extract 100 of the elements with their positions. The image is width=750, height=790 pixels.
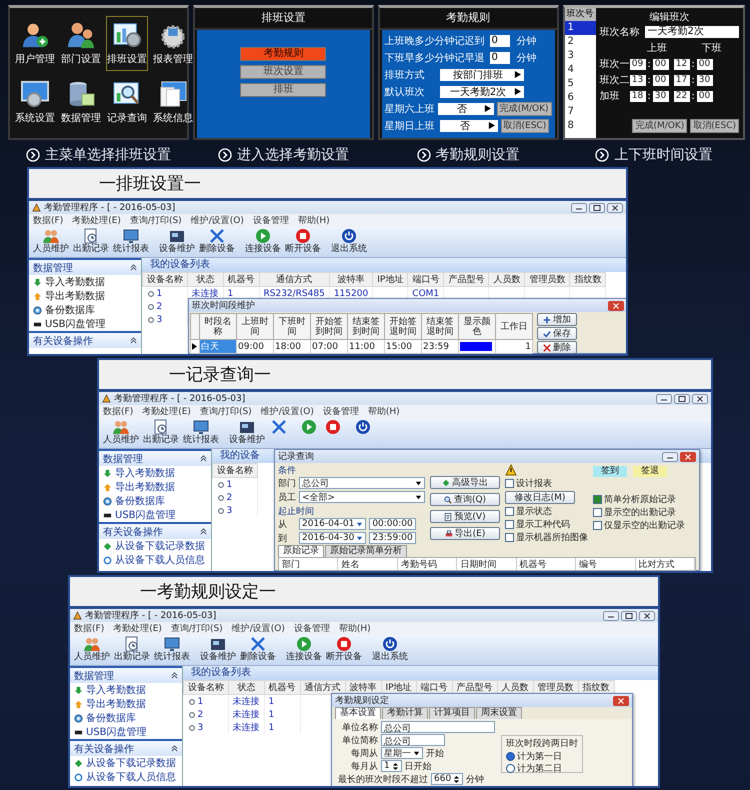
sidebar-item[interactable]: 从设备下载记录数据 <box>70 756 182 770</box>
close-icon[interactable] <box>680 452 696 462</box>
main-menu-item[interactable]: 用户管理 <box>14 16 56 71</box>
main-menu-item[interactable]: 部门设置 <box>60 16 102 71</box>
dialog-button[interactable]: 高级导出 <box>430 476 500 489</box>
maximize-icon[interactable] <box>589 202 605 212</box>
sidebar-item[interactable]: 导入考勤数据 <box>99 466 211 480</box>
sidebar-section-header[interactable]: 数据管理 <box>99 449 211 466</box>
main-menu-item[interactable]: 记录查询 <box>106 75 148 130</box>
radio-button[interactable]: 计为第二日 <box>506 763 578 774</box>
time-field[interactable]: 23:59:00 <box>369 532 416 544</box>
sidebar-item[interactable]: 导出考勤数据 <box>99 480 211 494</box>
tab[interactable]: 原始记录简单分析 <box>325 545 407 557</box>
dialog-button[interactable]: 预览(V) <box>430 510 500 523</box>
sidebar-item[interactable]: 从设备下载记录数据 <box>99 539 211 553</box>
date-field[interactable]: 2016-04-30 <box>299 532 366 544</box>
menu-item[interactable]: 设备管理 <box>294 622 330 635</box>
select-field[interactable]: 按部门排班 <box>440 68 524 80</box>
menu-item[interactable]: 查询/打印(S) <box>170 622 223 635</box>
dialog-button[interactable]: 取消(ESC) <box>500 118 550 132</box>
toolbar-button[interactable]: 连接设备 <box>245 228 281 256</box>
close-icon[interactable] <box>613 696 629 706</box>
toolbar-button[interactable]: 出勤记录 <box>143 419 179 447</box>
text-field[interactable]: 总公司 <box>381 721 495 733</box>
maximize-icon[interactable] <box>674 394 690 404</box>
toolbar-button[interactable]: 人员维护 <box>103 419 139 447</box>
main-menu-item[interactable]: 数据管理 <box>60 75 102 130</box>
main-menu-item[interactable]: 排班设置 <box>106 16 148 71</box>
shift-list-item[interactable]: 8 <box>564 119 596 133</box>
checkbox[interactable]: 显示机器所拍图像 <box>505 532 588 543</box>
time-field[interactable]: 30 <box>652 90 668 102</box>
close-icon[interactable] <box>607 202 623 212</box>
toolbar-button[interactable]: 删除设备 <box>199 228 235 256</box>
close-icon[interactable] <box>639 610 655 620</box>
time-field[interactable]: 00 <box>652 58 668 70</box>
toolbar-button[interactable]: 人员维护 <box>33 228 69 256</box>
sidebar-item[interactable]: USB闪盘管理 <box>29 317 141 331</box>
menu-item[interactable]: 帮助(H) <box>368 405 400 418</box>
select-field[interactable]: 否 <box>440 120 498 132</box>
dialog-button[interactable]: 完成(M/OK) <box>632 119 688 133</box>
time-field[interactable]: 17 <box>674 74 690 86</box>
dropdown-field[interactable]: <全部> <box>299 491 425 503</box>
sidebar-section-header[interactable]: 数据管理 <box>70 666 182 683</box>
time-field[interactable]: 00 <box>652 74 668 86</box>
menu-item[interactable]: 考勤处理(E) <box>113 622 162 635</box>
tab[interactable]: 计算项目 <box>429 707 475 719</box>
toolbar-button[interactable]: 断开设备 <box>285 228 321 256</box>
dialog-button[interactable]: 查询(Q) <box>430 493 500 506</box>
menu-item[interactable]: 设备管理 <box>252 214 289 227</box>
main-menu-item[interactable]: 系统信息 <box>152 75 194 130</box>
shift-list-item[interactable]: 3 <box>564 49 596 63</box>
sidebar-section-header[interactable]: 有关设备操作 <box>29 331 141 348</box>
toolbar-button[interactable]: 统计报表 <box>154 636 190 664</box>
checkbox[interactable]: 显示空的出勤记录 <box>593 507 685 518</box>
sidebar-item[interactable]: 备份数据库 <box>70 711 182 725</box>
date-field[interactable]: 2016-04-01 <box>299 518 366 530</box>
menu-item[interactable]: 数据(F) <box>103 405 134 418</box>
shift-list-item[interactable]: 6 <box>564 91 596 105</box>
tab[interactable]: 考勤计算 <box>382 707 428 719</box>
time-field[interactable]: 22 <box>674 90 690 102</box>
dialog-button[interactable]: 修改日志(M) <box>505 491 575 504</box>
tab-header[interactable]: 我的设备列表 <box>183 666 658 680</box>
menu-option[interactable]: 排班 <box>240 83 326 97</box>
menu-item[interactable]: 维护/设置(O) <box>232 622 285 635</box>
menu-item[interactable]: 数据(F) <box>33 214 64 227</box>
menu-item[interactable]: 维护/设置(O) <box>260 405 314 418</box>
select-field[interactable]: 一天考勤2次 <box>440 86 524 98</box>
toolbar-button[interactable]: 设备维护 <box>200 636 236 664</box>
shift-list-item[interactable]: 4 <box>564 63 596 77</box>
toolbar-button[interactable]: 设备维护 <box>229 419 265 447</box>
number-field[interactable]: 0 <box>490 34 510 46</box>
checkbox[interactable]: 仅显示空的出勤记录 <box>593 520 685 531</box>
menu-item[interactable]: 考勤处理(E) <box>142 405 191 418</box>
tab[interactable]: 周末设置 <box>476 707 522 719</box>
minimize-icon[interactable] <box>656 394 672 404</box>
time-field[interactable]: 00:00:00 <box>369 518 416 530</box>
dropdown-field[interactable]: 星期一 <box>381 747 423 759</box>
spin-field[interactable]: 660 <box>431 773 464 785</box>
toolbar-button[interactable]: 设备维护 <box>159 228 195 256</box>
time-field[interactable]: 12 <box>674 58 690 70</box>
shift-list-item[interactable]: 7 <box>564 105 596 119</box>
time-field[interactable]: 00 <box>696 58 712 70</box>
toolbar-button[interactable]: 统计报表 <box>183 419 219 447</box>
checkbox[interactable]: 设计报表 <box>505 478 588 489</box>
toolbar-button[interactable]: 断开设备 <box>326 636 362 664</box>
dialog-button[interactable]: 删除 <box>537 341 577 354</box>
sidebar-item[interactable]: 导入考勤数据 <box>70 683 182 697</box>
sidebar-item[interactable]: 备份数据库 <box>99 494 211 508</box>
close-icon[interactable] <box>608 300 624 310</box>
number-field[interactable]: 0 <box>490 52 510 64</box>
text-field[interactable]: 总公司 <box>381 734 445 746</box>
time-field[interactable]: 00 <box>696 90 712 102</box>
toolbar-button[interactable]: 删除设备 <box>240 636 276 664</box>
minimize-icon[interactable] <box>571 202 587 212</box>
dialog-button[interactable]: 完成(M/OK) <box>496 102 552 116</box>
sidebar-item[interactable]: 导出考勤数据 <box>29 289 141 303</box>
menu-option[interactable]: 考勤规则 <box>240 47 326 61</box>
sidebar-item[interactable]: 导出考勤数据 <box>70 697 182 711</box>
menu-item[interactable]: 数据(F) <box>74 622 104 635</box>
name-field[interactable]: 一天考勤2次 <box>644 26 739 38</box>
